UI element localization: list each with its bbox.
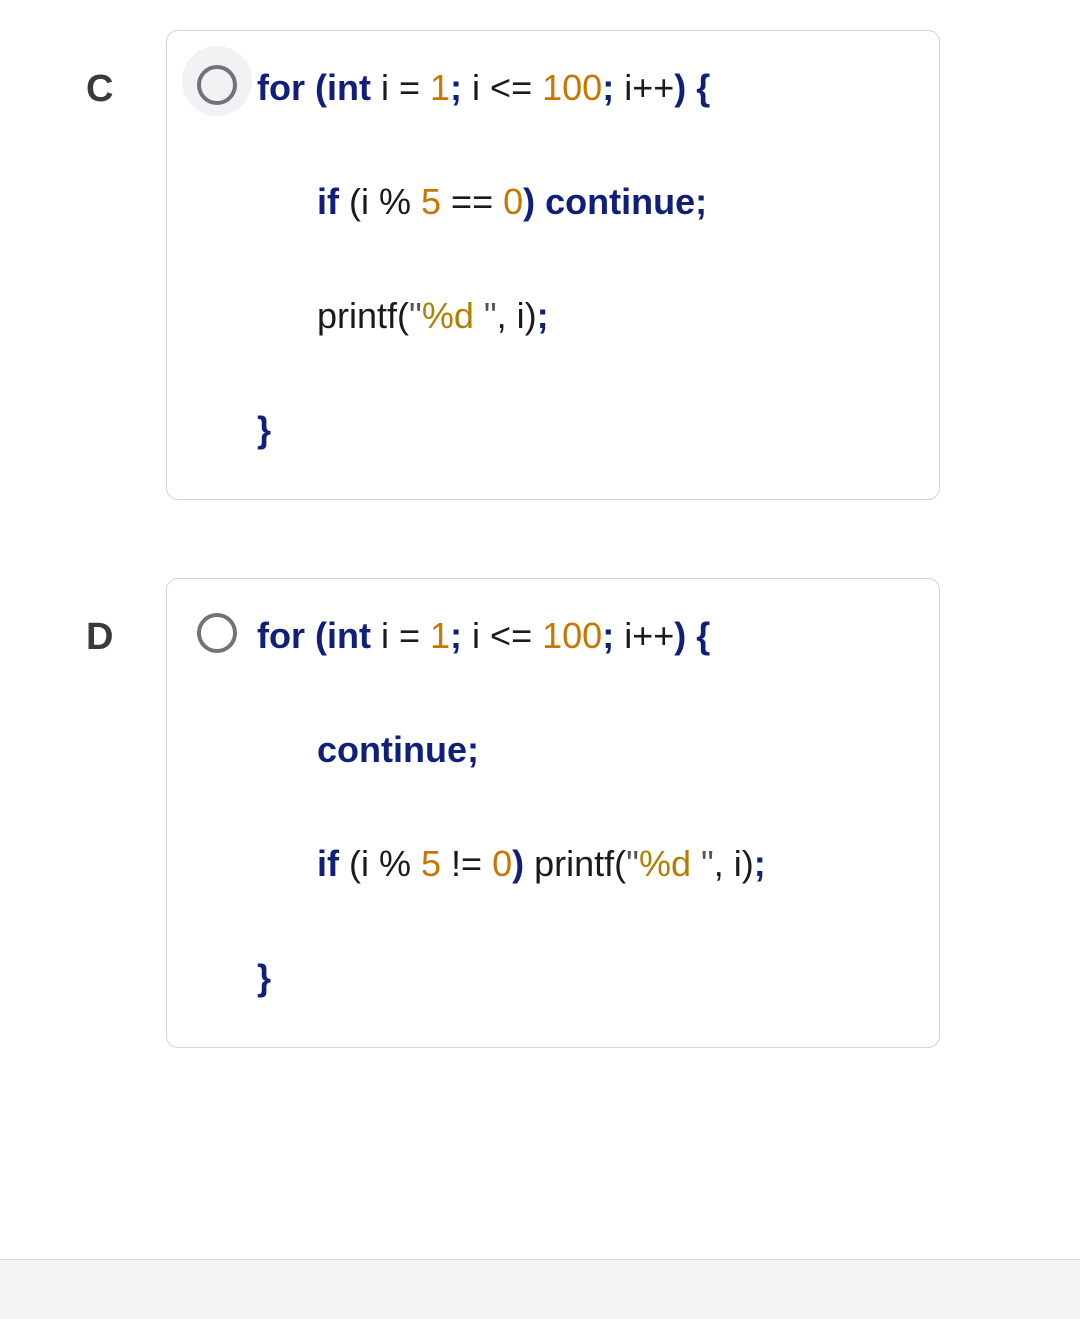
radio-button-c[interactable] [197,65,237,105]
brace-close: } [257,409,271,450]
text: i <= [462,615,542,656]
text: == [441,181,503,222]
text: , i) [497,295,537,336]
number: 1 [430,615,450,656]
keyword-continue: continue [545,181,695,222]
paren-close-brace: ) { [674,615,710,656]
semicolon: ; [754,843,766,884]
semicolon: ; [695,181,707,222]
keyword-for: for [257,67,305,108]
code-line: if (i % 5 == 0) continue; [257,175,913,229]
code-line: continue; [257,723,913,777]
fn-printf: printf [317,295,397,336]
paren-close: ) [523,181,545,222]
quote: " [626,843,639,884]
text: i <= [462,67,542,108]
radio-wrap-d [187,609,247,653]
code-line: } [257,951,913,1005]
number: 100 [542,615,602,656]
quote: " [701,843,714,884]
option-card-d[interactable]: for (int i = 1; i <= 100; i++) { continu… [166,578,940,1048]
paren-open: ( [305,67,327,108]
keyword-continue: continue [317,729,467,770]
code-line: } [257,403,913,457]
code-line: for (int i = 1; i <= 100; i++) { [257,61,913,115]
string: %d [639,843,701,884]
code-block-d: for (int i = 1; i <= 100; i++) { continu… [247,609,913,1005]
type-int: int [327,67,371,108]
keyword-if: if [317,843,339,884]
option-row-c: C for (int i = 1; i <= 100; i++) { if (i… [0,30,1080,500]
quote: " [409,295,422,336]
code-line: for (int i = 1; i <= 100; i++) { [257,609,913,663]
text: i = [371,67,430,108]
brace-close: } [257,957,271,998]
text: i++ [614,615,674,656]
radio-wrap-c [187,61,247,105]
number: 0 [503,181,523,222]
semicolon: ; [450,67,462,108]
quote: " [484,295,497,336]
text: , i) [714,843,754,884]
paren-open: ( [305,615,327,656]
number: 1 [430,67,450,108]
keyword-if: if [317,181,339,222]
page: C for (int i = 1; i <= 100; i++) { if (i… [0,0,1080,1260]
paren-close-brace: ) { [674,67,710,108]
text: (i % [339,843,421,884]
string: %d [422,295,484,336]
number: 5 [421,181,441,222]
number: 5 [421,843,441,884]
semicolon: ; [602,67,614,108]
text: i = [371,615,430,656]
fn-printf: printf [534,843,614,884]
option-letter-d: D [86,578,166,659]
option-row-d: D for (int i = 1; i <= 100; i++) { conti… [0,578,1080,1048]
keyword-for: for [257,615,305,656]
semicolon: ; [467,729,479,770]
semicolon: ; [602,615,614,656]
radio-button-d[interactable] [197,613,237,653]
semicolon: ; [537,295,549,336]
code-line: if (i % 5 != 0) printf("%d ", i); [257,837,913,891]
option-card-c[interactable]: for (int i = 1; i <= 100; i++) { if (i %… [166,30,940,500]
type-int: int [327,615,371,656]
paren-open: ( [614,843,626,884]
paren-close: ) [512,843,534,884]
code-block-c: for (int i = 1; i <= 100; i++) { if (i %… [247,61,913,457]
number: 100 [542,67,602,108]
option-letter-c: C [86,30,166,111]
paren-open: ( [397,295,409,336]
text: != [441,843,492,884]
text: (i % [339,181,421,222]
code-line: printf("%d ", i); [257,289,913,343]
number: 0 [492,843,512,884]
semicolon: ; [450,615,462,656]
text: i++ [614,67,674,108]
